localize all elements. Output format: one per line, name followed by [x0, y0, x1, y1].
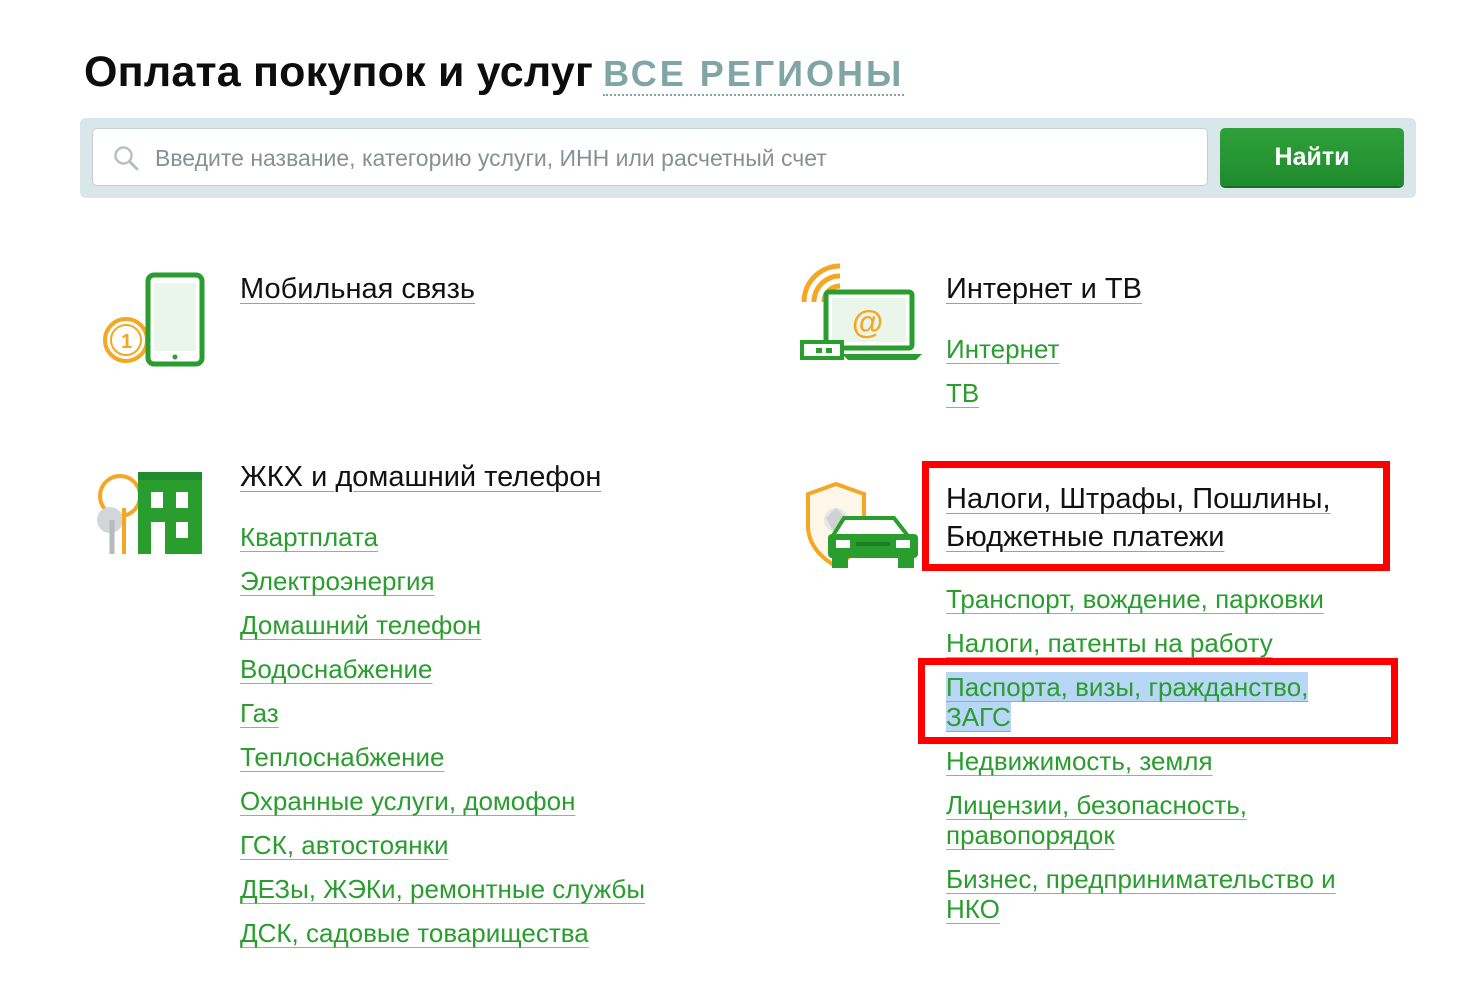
annotation-box-taxes-title [922, 461, 1390, 571]
link-rent[interactable]: Квартплата [240, 522, 645, 552]
link-electricity[interactable]: Электроэнергия [240, 566, 645, 596]
link-water[interactable]: Водоснабжение [240, 654, 645, 684]
taxes-link-list: Транспорт, вождение, парковки Налоги, па… [946, 584, 1336, 938]
svg-text:@: @ [852, 304, 883, 340]
link-gas[interactable]: Газ [240, 698, 645, 728]
link-garages-parking[interactable]: ГСК, автостоянки [240, 830, 645, 860]
page-title-text: Оплата покупок и услуг [84, 48, 594, 96]
link-garden-associations[interactable]: ДСК, садовые товарищества [240, 918, 645, 948]
link-repair-services[interactable]: ДЕЗы, ЖЭКи, ремонтные службы [240, 874, 645, 904]
car-shield-icon [806, 481, 918, 569]
svg-text:1: 1 [121, 331, 132, 353]
search-button[interactable]: Найти [1220, 128, 1404, 186]
search-field[interactable] [92, 128, 1208, 187]
category-title-housing[interactable]: ЖКХ и домашний телефон [240, 458, 601, 496]
link-licenses-security-line1: Лицензии, безопасность, [946, 790, 1248, 820]
region-selector-link[interactable]: ВСЕ РЕГИОНЫ [603, 53, 905, 96]
link-licenses-security[interactable]: Лицензии, безопасность, правопорядок [946, 790, 1336, 850]
link-tax-patents[interactable]: Налоги, патенты на работу [946, 628, 1336, 658]
link-internet[interactable]: Интернет [946, 334, 1059, 364]
link-business-nko-line2: НКО [946, 894, 1000, 924]
link-business-nko-line1: Бизнес, предпринимательство и [946, 864, 1336, 894]
search-bar: Найти [80, 118, 1416, 198]
mobile-phone-icon: 1 [103, 272, 205, 367]
internet-link-list: Интернет ТВ [946, 334, 1059, 422]
house-tree-icon [97, 472, 202, 554]
annotation-box-passports [918, 658, 1398, 744]
page-title: Оплата покупок и услуг ВСЕ РЕГИОНЫ [84, 48, 905, 97]
category-title-internet[interactable]: Интернет и ТВ [946, 270, 1142, 308]
link-business-nko[interactable]: Бизнес, предпринимательство и НКО [946, 864, 1336, 924]
search-input[interactable] [153, 129, 1197, 187]
search-icon [114, 146, 139, 171]
link-licenses-security-line2: правопорядок [946, 820, 1115, 850]
link-home-phone[interactable]: Домашний телефон [240, 610, 645, 640]
link-heating[interactable]: Теплоснабжение [240, 742, 645, 772]
link-tv[interactable]: ТВ [946, 378, 1059, 408]
housing-link-list: Квартплата Электроэнергия Домашний телеф… [240, 522, 645, 962]
link-security-intercom[interactable]: Охранные услуги, домофон [240, 786, 645, 816]
laptop-wifi-icon: @ [800, 263, 922, 360]
category-title-mobile[interactable]: Мобильная связь [240, 270, 475, 308]
link-transport-driving[interactable]: Транспорт, вождение, парковки [946, 584, 1336, 614]
link-real-estate-land[interactable]: Недвижимость, земля [946, 746, 1336, 776]
